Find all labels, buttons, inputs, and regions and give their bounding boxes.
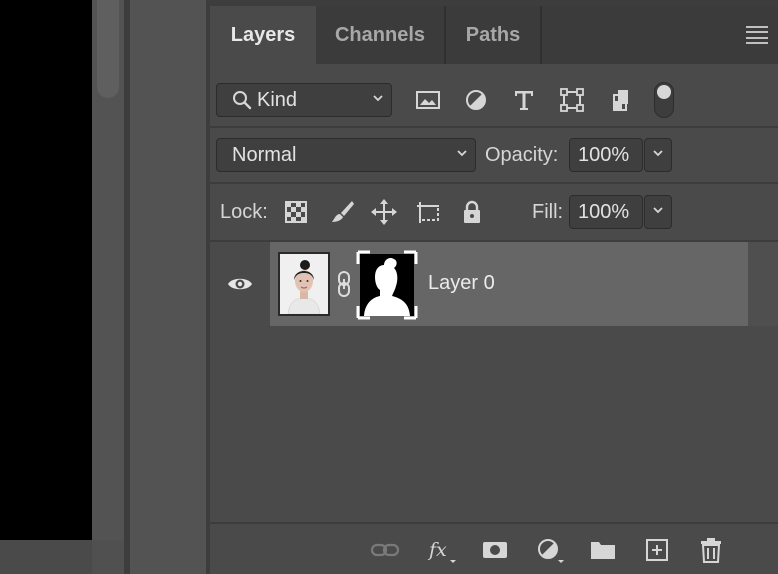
panel-scroll-area: [748, 242, 778, 326]
image-filter-icon[interactable]: [414, 86, 442, 114]
link-layers-icon[interactable]: [370, 536, 400, 564]
tab-channels[interactable]: Channels: [316, 6, 446, 64]
filter-kind-label: Kind: [257, 88, 298, 111]
adjustment-filter-icon[interactable]: [462, 86, 490, 114]
lock-transparent-pixels-icon[interactable]: [282, 198, 310, 226]
chevron-down-icon: [457, 150, 467, 157]
lock-image-pixels-icon[interactable]: [328, 198, 356, 226]
blend-mode-dropdown[interactable]: Normal: [216, 138, 476, 172]
adjustment-layer-icon[interactable]: [534, 536, 564, 564]
toggle-knob: [657, 85, 671, 99]
layer-row[interactable]: Layer 0: [210, 242, 748, 326]
chevron-down-icon: [653, 207, 663, 214]
tab-layers[interactable]: Layers: [210, 6, 316, 64]
layer-name[interactable]: Layer 0: [428, 272, 495, 295]
panel-menu-icon[interactable]: [746, 26, 768, 44]
svg-text:fx: fx: [427, 539, 447, 561]
opacity-dropdown-button[interactable]: [644, 138, 672, 172]
mask-image: [356, 250, 418, 320]
scrollbar-corner: [92, 540, 124, 574]
search-icon: [233, 91, 252, 110]
smart-object-filter-icon[interactable]: [606, 86, 634, 114]
layer-mask-thumbnail[interactable]: [356, 250, 418, 320]
tab-paths[interactable]: Paths: [446, 6, 542, 64]
shape-filter-icon[interactable]: [558, 86, 586, 114]
vertical-scrollbar-thumb[interactable]: [97, 0, 119, 98]
chevron-down-icon: [373, 95, 383, 102]
filter-row: Kind: [210, 64, 778, 126]
new-group-icon[interactable]: [588, 536, 618, 564]
filter-toggle[interactable]: [654, 82, 674, 118]
lock-label: Lock:: [220, 201, 268, 223]
panel-gutter: [130, 0, 206, 574]
panel-tabs: Layers Channels Paths: [210, 6, 778, 64]
filter-kind-dropdown[interactable]: Kind: [216, 83, 392, 117]
blend-row: Normal Opacity: 100%: [210, 128, 778, 182]
blend-mode-value: Normal: [232, 143, 297, 166]
fill-input[interactable]: 100%: [569, 195, 643, 229]
opacity-input[interactable]: 100%: [569, 138, 643, 172]
layers-panel-footer: fx: [210, 522, 778, 574]
mask-link-icon[interactable]: [336, 270, 352, 298]
chevron-down-icon: [653, 150, 663, 157]
opacity-label: Opacity:: [485, 144, 559, 166]
portrait-image: [280, 254, 328, 314]
layers-list: Layer 0: [210, 242, 778, 522]
lock-artboard-icon[interactable]: [414, 198, 442, 226]
fill-dropdown-button[interactable]: [644, 195, 672, 229]
eye-icon: [228, 278, 252, 290]
lock-position-icon[interactable]: [370, 198, 398, 226]
fx-icon[interactable]: fx: [426, 536, 456, 564]
fill-label: Fill:: [532, 201, 564, 223]
layers-panel: Layers Channels Paths Kind Normal Opacit…: [210, 0, 778, 574]
layer-thumbnail[interactable]: [278, 252, 330, 316]
lock-all-icon[interactable]: [458, 198, 486, 226]
visibility-toggle[interactable]: [210, 242, 270, 326]
document-canvas[interactable]: [0, 0, 92, 540]
add-mask-icon[interactable]: [480, 536, 510, 564]
new-layer-icon[interactable]: [642, 536, 672, 564]
lock-row: Lock: Fill: 100%: [210, 184, 778, 240]
delete-layer-icon[interactable]: [696, 536, 726, 564]
type-filter-icon[interactable]: [510, 86, 538, 114]
